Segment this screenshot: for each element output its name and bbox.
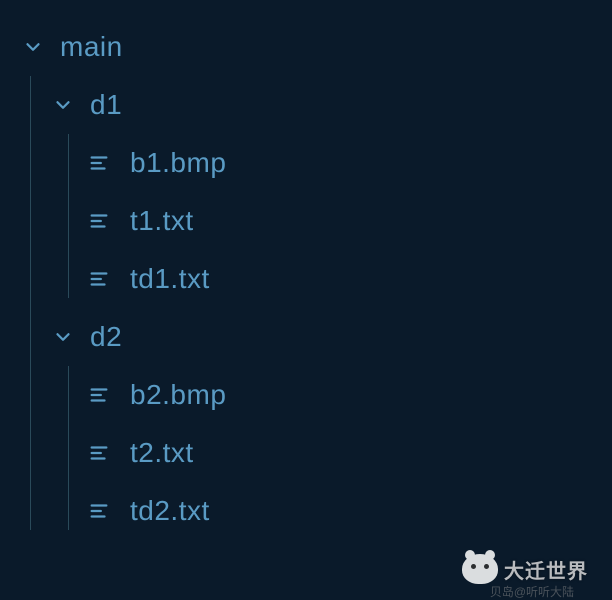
tree-row-file[interactable]: b2.bmp xyxy=(86,366,612,424)
tree-node-root: main d1 b1.bmp xyxy=(20,18,612,540)
watermark: 大迁世界 xyxy=(462,554,588,584)
chevron-down-icon xyxy=(50,324,76,350)
file-icon xyxy=(86,498,112,524)
file-label: t2.txt xyxy=(130,437,194,469)
folder-label: main xyxy=(60,31,123,63)
tree-node-d2: d2 b2.bmp t2.txt xyxy=(50,308,612,540)
children-d1: b1.bmp t1.txt td1.txt xyxy=(50,134,612,308)
watermark-logo-icon xyxy=(462,554,498,584)
tree-row-file[interactable]: td1.txt xyxy=(86,250,612,308)
file-icon xyxy=(86,440,112,466)
tree-row-file[interactable]: t2.txt xyxy=(86,424,612,482)
tree-row-d2[interactable]: d2 xyxy=(50,308,612,366)
watermark-subtext: 贝岛@听听大陆 xyxy=(490,583,574,600)
tree-row-main[interactable]: main xyxy=(20,18,612,76)
children-d2: b2.bmp t2.txt td2.txt xyxy=(50,366,612,540)
file-label: t1.txt xyxy=(130,205,194,237)
file-tree: main d1 b1.bmp xyxy=(0,0,612,540)
file-icon xyxy=(86,382,112,408)
tree-node-d1: d1 b1.bmp t1.txt xyxy=(50,76,612,308)
tree-row-file[interactable]: td2.txt xyxy=(86,482,612,540)
folder-label: d2 xyxy=(90,321,122,353)
tree-row-file[interactable]: b1.bmp xyxy=(86,134,612,192)
file-icon xyxy=(86,150,112,176)
children-main: d1 b1.bmp t1.txt xyxy=(20,76,612,540)
watermark-text: 大迁世界 xyxy=(504,555,588,584)
file-label: b2.bmp xyxy=(130,379,226,411)
tree-row-file[interactable]: t1.txt xyxy=(86,192,612,250)
file-icon xyxy=(86,208,112,234)
file-label: b1.bmp xyxy=(130,147,226,179)
tree-row-d1[interactable]: d1 xyxy=(50,76,612,134)
chevron-down-icon xyxy=(50,92,76,118)
folder-label: d1 xyxy=(90,89,122,121)
file-label: td2.txt xyxy=(130,495,210,527)
file-label: td1.txt xyxy=(130,263,210,295)
file-icon xyxy=(86,266,112,292)
chevron-down-icon xyxy=(20,34,46,60)
